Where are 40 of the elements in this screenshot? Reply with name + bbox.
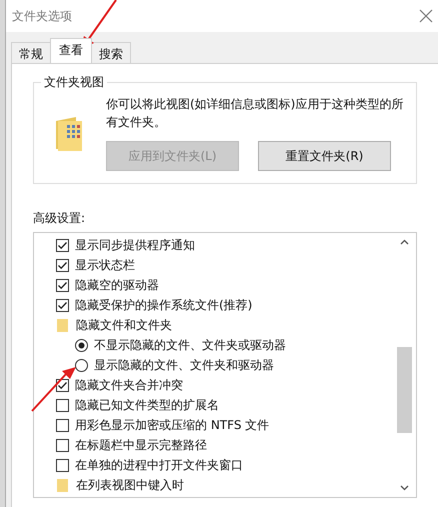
option-label: 在标题栏中显示完整路径 xyxy=(75,436,207,454)
checkbox[interactable] xyxy=(56,258,69,272)
tab[interactable]: 常规 xyxy=(11,42,51,63)
option-label: 用彩色显示加密或压缩的 NTFS 文件 xyxy=(75,416,270,434)
option-label: 隐藏已知文件类型的扩展名 xyxy=(75,396,219,414)
folder-icon xyxy=(57,318,68,332)
tab[interactable]: 搜索 xyxy=(91,42,131,63)
scroll-up-icon[interactable] xyxy=(400,239,409,245)
checkbox[interactable] xyxy=(56,458,69,472)
radio-button[interactable] xyxy=(75,358,88,372)
radio-button[interactable] xyxy=(75,338,88,352)
window-title: 文件夹选项 xyxy=(12,8,72,24)
checkbox[interactable] xyxy=(56,378,69,392)
option-label: 显示隐藏的文件、文件夹和驱动器 xyxy=(94,356,274,374)
option-label: 显示同步提供程序通知 xyxy=(75,236,195,254)
folder-icon xyxy=(57,478,68,492)
advanced-settings-label: 高级设置: xyxy=(33,210,86,227)
checkbox[interactable] xyxy=(56,418,69,432)
option-label: 隐藏空的驱动器 xyxy=(75,276,159,294)
group-label: 在列表视图中键入时 xyxy=(76,476,184,494)
scrollbar-thumb[interactable] xyxy=(397,347,412,433)
group-label: 隐藏文件和文件夹 xyxy=(76,316,172,334)
description-text: 你可以将此视图(如详细信息或图标)应用于这种类型的所有文件夹。 xyxy=(106,96,404,131)
option-label: 在单独的进程中打开文件夹窗口 xyxy=(75,456,243,474)
group-title: 文件夹视图 xyxy=(43,74,105,91)
checkbox[interactable] xyxy=(56,438,69,452)
scroll-down-icon[interactable] xyxy=(400,485,409,491)
option-label: 隐藏文件夹合并冲突 xyxy=(75,376,183,394)
tab[interactable]: 查看 xyxy=(50,38,92,63)
checkbox[interactable] xyxy=(56,278,69,292)
folder-view-button[interactable]: 重置文件夹(R) xyxy=(258,141,391,171)
option-label: 隐藏受保护的操作系统文件(推荐) xyxy=(75,296,252,314)
checkbox[interactable] xyxy=(56,298,69,312)
checkbox[interactable] xyxy=(56,398,69,412)
close-icon[interactable] xyxy=(419,9,433,23)
checkbox[interactable] xyxy=(56,238,69,252)
annotation-arrow xyxy=(31,367,76,412)
option-label: 不显示隐藏的文件、文件夹或驱动器 xyxy=(94,336,286,354)
folder-icon xyxy=(54,115,84,153)
option-label: 显示状态栏 xyxy=(75,256,135,274)
